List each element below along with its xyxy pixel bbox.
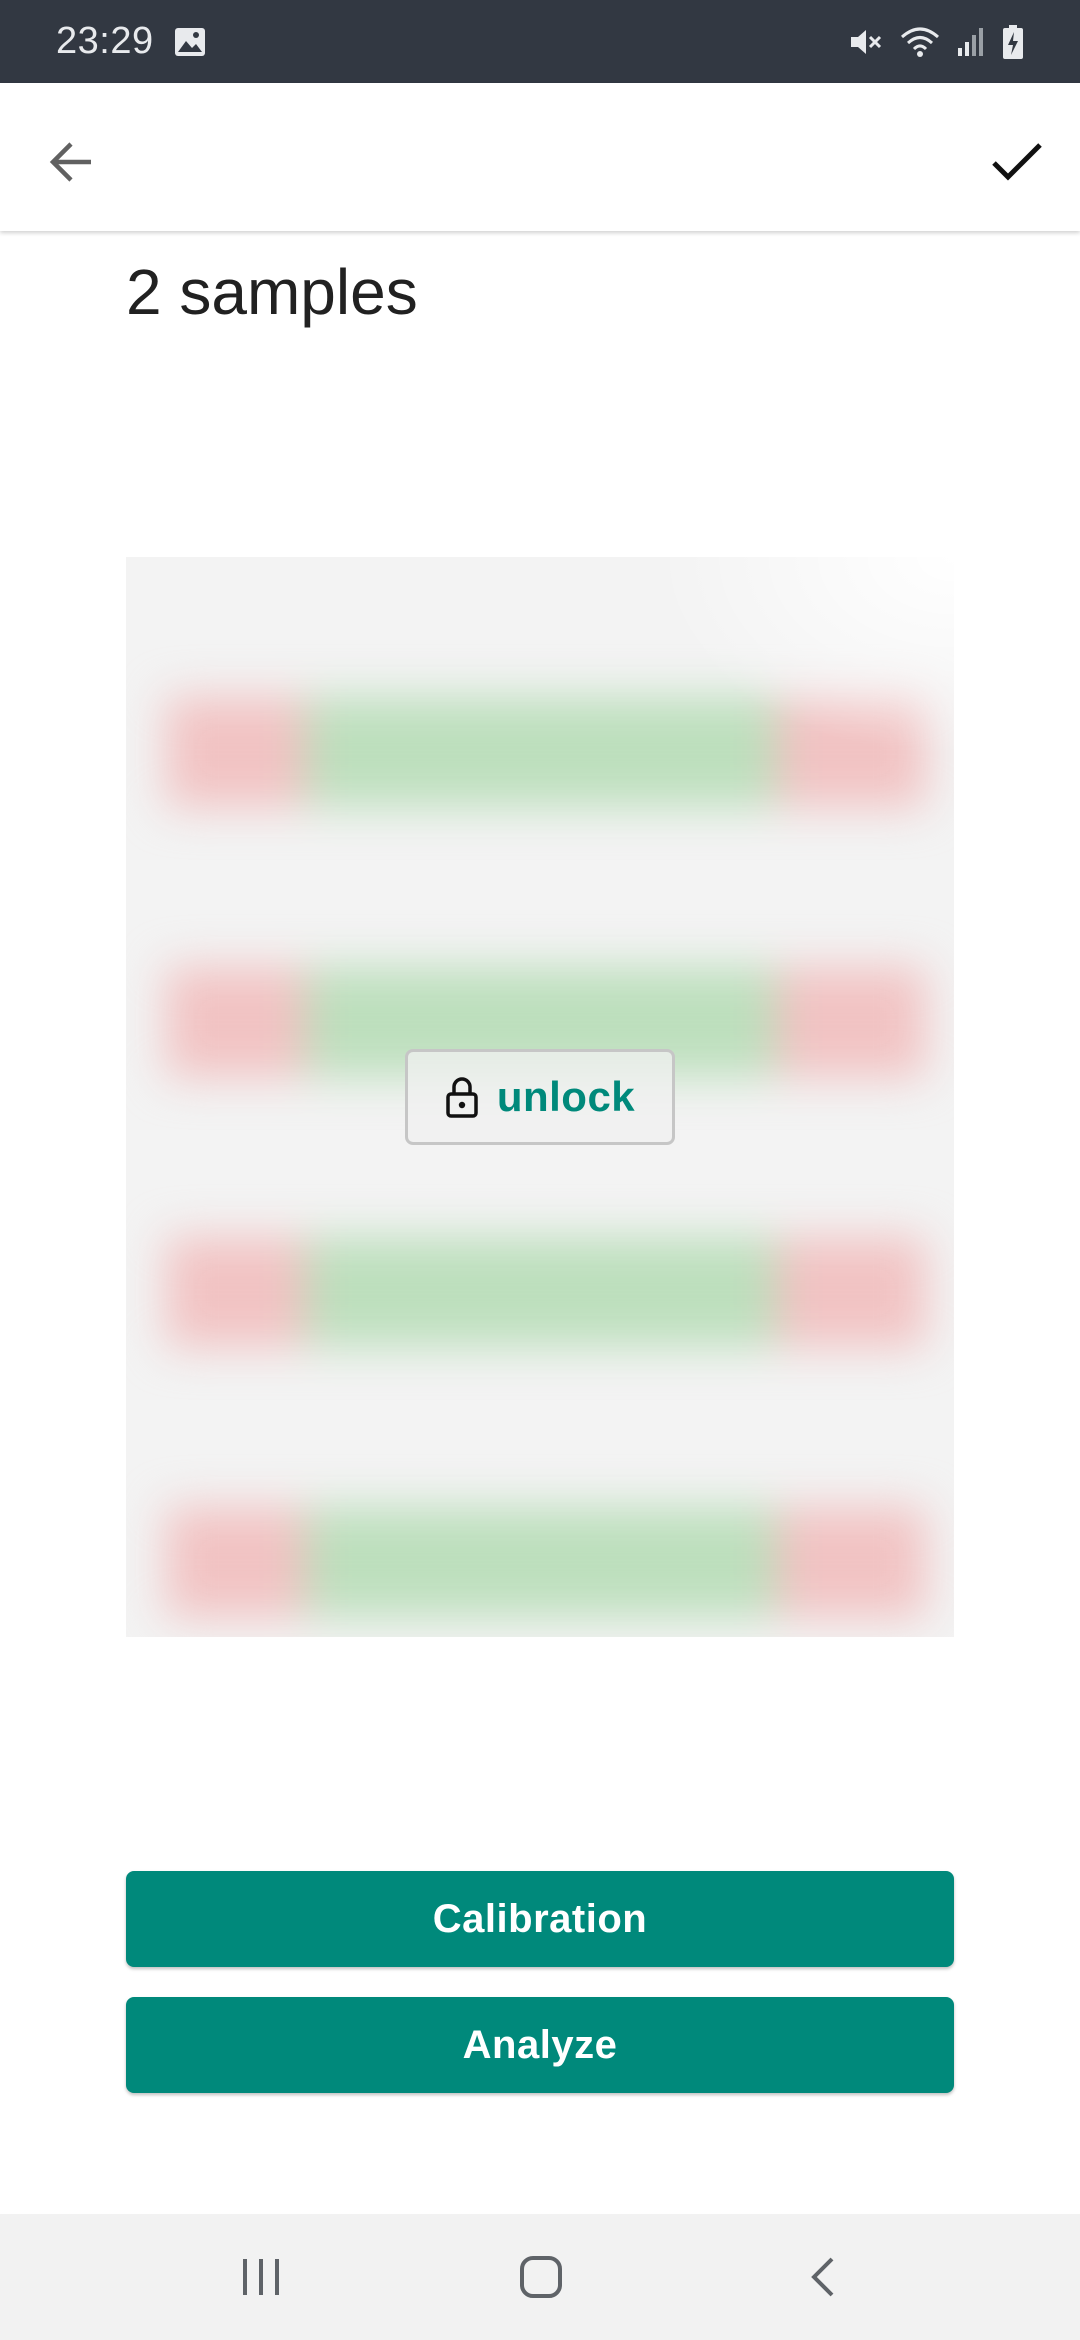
back-icon — [811, 2257, 834, 2297]
lock-icon — [446, 1077, 478, 1118]
preview-band — [166, 1237, 926, 1347]
check-icon — [992, 143, 1042, 181]
page-title: 2 samples — [126, 256, 418, 328]
gallery-icon — [174, 25, 208, 59]
calibration-button[interactable]: Calibration — [126, 1871, 954, 1967]
recents-button[interactable] — [216, 2232, 306, 2322]
wifi-icon — [900, 25, 940, 59]
status-icons — [848, 24, 1024, 60]
back-button[interactable] — [30, 121, 112, 203]
status-time: 23:29 — [56, 20, 154, 62]
system-nav-bar — [0, 2214, 1080, 2340]
home-icon — [520, 2256, 562, 2298]
confirm-button[interactable] — [976, 121, 1058, 203]
system-back-button[interactable] — [778, 2232, 868, 2322]
blurred-preview: unlock — [126, 557, 954, 1637]
unlock-button[interactable]: unlock — [405, 1049, 675, 1145]
preview-band — [166, 1507, 926, 1617]
home-button[interactable] — [496, 2232, 586, 2322]
preview-highlight — [654, 557, 954, 757]
unlock-label: unlock — [496, 1073, 636, 1120]
signal-icon — [956, 26, 986, 58]
screen: 23:29 2 samples unlock Calibration Analy… — [0, 0, 1080, 2340]
app-bar — [0, 83, 1080, 231]
battery-charging-icon — [1002, 24, 1024, 60]
analyze-button[interactable]: Analyze — [126, 1997, 954, 2093]
arrow-left-icon — [49, 142, 91, 182]
mute-icon — [848, 25, 884, 59]
status-bar: 23:29 — [0, 0, 1080, 83]
recents-icon — [243, 2259, 279, 2295]
